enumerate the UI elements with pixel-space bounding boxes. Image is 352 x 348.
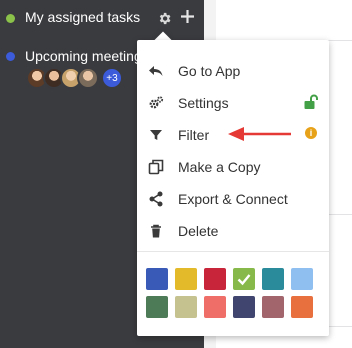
copy-icon bbox=[148, 159, 164, 175]
board-options-menu: Go to App Settings Filter i Make a Copy … bbox=[137, 40, 329, 336]
status-dot bbox=[6, 52, 15, 61]
info-icon[interactable]: i bbox=[305, 127, 317, 139]
filter-icon bbox=[148, 127, 164, 143]
sidebar-item-label: My assigned tasks bbox=[25, 9, 141, 25]
gears-icon bbox=[148, 95, 164, 111]
share-icon bbox=[148, 191, 164, 207]
color-swatch[interactable] bbox=[204, 296, 226, 318]
menu-item-label: Make a Copy bbox=[178, 159, 261, 175]
menu-item-settings[interactable]: Settings bbox=[137, 88, 329, 118]
trash-icon bbox=[148, 223, 164, 239]
menu-item-go-to-app[interactable]: Go to App bbox=[137, 56, 329, 86]
menu-item-label: Export & Connect bbox=[178, 191, 288, 207]
color-swatch[interactable] bbox=[291, 268, 313, 290]
menu-item-label: Filter bbox=[178, 127, 210, 143]
menu-item-delete[interactable]: Delete bbox=[137, 216, 329, 246]
color-swatch[interactable] bbox=[291, 296, 313, 318]
sidebar-item-label: Upcoming meetings bbox=[25, 48, 149, 64]
plus-icon[interactable] bbox=[181, 10, 194, 26]
undo-arrow-icon bbox=[148, 63, 164, 79]
menu-item-filter[interactable]: Filter i bbox=[137, 120, 329, 150]
menu-item-make-a-copy[interactable]: Make a Copy bbox=[137, 152, 329, 182]
color-swatch[interactable] bbox=[262, 268, 284, 290]
color-swatch[interactable] bbox=[233, 268, 255, 290]
unlock-icon[interactable] bbox=[304, 94, 318, 110]
highlight-arrow bbox=[227, 126, 293, 142]
avatar bbox=[77, 67, 99, 89]
color-swatch[interactable] bbox=[175, 268, 197, 290]
color-swatch[interactable] bbox=[262, 296, 284, 318]
status-dot bbox=[6, 14, 15, 23]
check-icon bbox=[236, 271, 252, 292]
menu-item-label: Delete bbox=[178, 223, 219, 239]
color-swatch[interactable] bbox=[146, 296, 168, 318]
menu-divider bbox=[137, 251, 329, 252]
sidebar-item-my-assigned-tasks[interactable]: My assigned tasks bbox=[0, 6, 204, 30]
menu-item-label: Settings bbox=[178, 95, 229, 111]
menu-item-export-connect[interactable]: Export & Connect bbox=[137, 184, 329, 214]
color-swatch[interactable] bbox=[146, 268, 168, 290]
menu-item-label: Go to App bbox=[178, 63, 241, 79]
color-swatch[interactable] bbox=[233, 296, 255, 318]
gear-icon[interactable] bbox=[157, 11, 172, 29]
more-avatars-badge: +3 bbox=[101, 67, 123, 89]
color-swatch[interactable] bbox=[175, 296, 197, 318]
color-swatch[interactable] bbox=[204, 268, 226, 290]
